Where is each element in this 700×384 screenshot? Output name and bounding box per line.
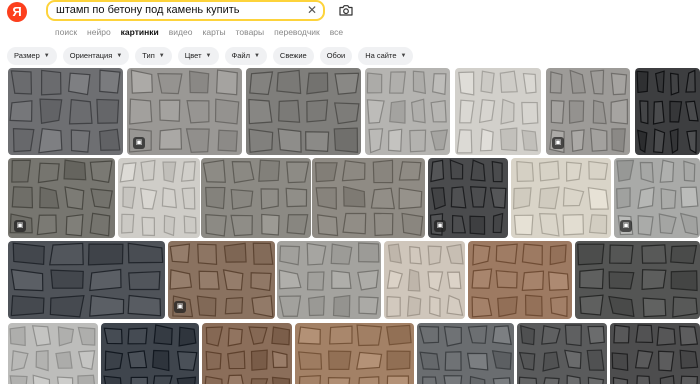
search-input[interactable]: штамп по бетону под камень купить — [56, 4, 239, 16]
result-image-dark-slab-tiles[interactable] — [575, 241, 700, 319]
shopping-bag-icon: ▣ — [434, 220, 446, 232]
result-image-grey-and-yellow-paving[interactable] — [201, 158, 311, 238]
results-row: ▣ ▣ ▣ — [0, 158, 700, 238]
result-image-brown-stone-stamp[interactable]: ▣ — [168, 241, 275, 319]
filter-label: Размер — [14, 51, 40, 60]
result-image-black-flagstone-stamp[interactable]: ▣ — [428, 158, 508, 238]
result-image-grey-square-slab-stamp[interactable]: ▣ — [8, 158, 115, 238]
results-row — [0, 323, 700, 384]
result-image-grey-flagstone-stamp[interactable] — [246, 68, 361, 155]
tab-all[interactable]: все — [330, 27, 343, 37]
result-image-dark-grey-slab-stamp[interactable] — [8, 68, 123, 155]
result-image-round-stone-tiles[interactable]: ▣ — [546, 68, 630, 155]
filter-wallpapers[interactable]: Обои — [319, 47, 353, 65]
shopping-bag-icon: ▣ — [133, 137, 145, 149]
yandex-logo[interactable]: Я — [7, 2, 27, 22]
result-image-cream-brick-panels[interactable] — [511, 158, 611, 238]
camera-icon[interactable] — [338, 2, 354, 18]
chevron-down-icon: ▼ — [205, 53, 212, 59]
search-box[interactable]: штамп по бетону под камень купить ✕ — [46, 0, 325, 21]
result-image-dark-stone-slab[interactable] — [610, 323, 700, 384]
result-image-grey-brick-wall-stamp[interactable]: ▣ — [127, 68, 242, 155]
filter-label: Ориентация — [69, 51, 113, 60]
result-image-dark-flagstone[interactable] — [517, 323, 607, 384]
tab-neuro[interactable]: нейро — [87, 27, 111, 37]
filter-type[interactable]: Тип ▼ — [135, 47, 172, 65]
result-image-dark-blue-stone-mat[interactable] — [101, 323, 199, 384]
result-image-orange-stamp-set[interactable] — [384, 241, 465, 319]
filter-bar: Размер ▼ Ориентация ▼ Тип ▼ Цвет ▼ Файл ▼ Све… — [7, 47, 414, 65]
result-image-light-grey-stone-mat[interactable] — [365, 68, 450, 155]
filter-file[interactable]: Файл ▼ — [224, 47, 267, 65]
tab-maps[interactable]: карты — [202, 27, 225, 37]
result-image-white-stone-panel[interactable] — [118, 158, 200, 238]
chevron-down-icon: ▼ — [158, 53, 165, 59]
results-row: ▣ — [0, 241, 700, 319]
tab-products[interactable]: товары — [236, 27, 265, 37]
filter-orientation[interactable]: Ориентация ▼ — [62, 47, 130, 65]
shopping-bag-icon: ▣ — [174, 301, 186, 313]
filter-label: Цвет — [184, 51, 202, 60]
tab-search[interactable]: поиск — [55, 27, 77, 37]
result-image-blue-grey-brick-stamp[interactable] — [8, 241, 165, 319]
close-icon[interactable]: ✕ — [305, 3, 319, 17]
result-image-tan-flagstone[interactable] — [295, 323, 414, 384]
chevron-down-icon: ▼ — [400, 53, 407, 59]
search-tabs: поиск нейро картинки видео карты товары … — [55, 27, 343, 37]
filter-fresh[interactable]: Свежие — [272, 47, 314, 65]
chevron-down-icon: ▼ — [116, 53, 123, 59]
shopping-bag-icon: ▣ — [552, 137, 564, 149]
filter-label: Свежие — [279, 51, 307, 60]
result-image-grey-stone-stamp-blue-bg[interactable]: ▣ — [614, 158, 700, 238]
filter-label: Обои — [326, 51, 346, 60]
result-image-terracotta-flagstone[interactable] — [468, 241, 572, 319]
shopping-bag-icon: ▣ — [14, 220, 26, 232]
result-image-white-rubble-panel[interactable] — [455, 68, 541, 155]
result-image-light-grey-stone-mat[interactable] — [8, 323, 98, 384]
tab-translator[interactable]: переводчик — [274, 27, 320, 37]
filter-size[interactable]: Размер ▼ — [7, 47, 57, 65]
result-image-brown-cut-stone[interactable] — [202, 323, 292, 384]
result-image-grey-brick-stamp[interactable] — [417, 323, 514, 384]
results-row: ▣ ▣ — [0, 68, 700, 155]
chevron-down-icon: ▼ — [253, 53, 260, 59]
result-image-grey-cross-stamp[interactable] — [277, 241, 381, 319]
result-image-black-stone-mat[interactable] — [635, 68, 700, 155]
filter-label: Файл — [231, 51, 250, 60]
filter-on-site[interactable]: На сайте ▼ — [358, 47, 414, 65]
filter-label: Тип — [142, 51, 155, 60]
result-image-cobblestone-floor[interactable] — [312, 158, 425, 238]
shopping-bag-icon: ▣ — [620, 220, 632, 232]
filter-color[interactable]: Цвет ▼ — [177, 47, 219, 65]
tab-video[interactable]: видео — [169, 27, 193, 37]
chevron-down-icon: ▼ — [43, 53, 50, 59]
filter-label: На сайте — [365, 51, 397, 60]
tab-images[interactable]: картинки — [121, 27, 159, 37]
